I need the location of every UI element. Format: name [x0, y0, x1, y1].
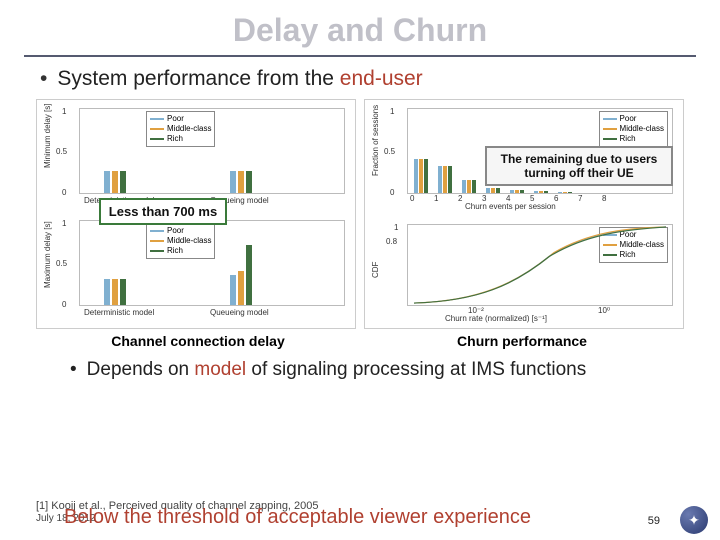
- caption-delay: Channel connection delay: [36, 333, 360, 349]
- subplot-churn-cdf: 1 0.8 Poor Middle-class Rich 10⁻² 10⁰: [407, 224, 673, 306]
- subplot-min-delay: 1 0.5 0 Poor Middle-class Rich Determini…: [79, 108, 345, 194]
- figure-churn: 1 0.5 0 Poor Middle-class Rich 012345678…: [364, 99, 684, 329]
- legend: Poor Middle-class Rich: [146, 223, 215, 259]
- legend: Poor Middle-class Rich: [146, 111, 215, 147]
- legend-rich: Rich: [167, 246, 183, 256]
- subplot-max-delay: 1 0.5 0 Poor Middle-class Rich Determini…: [79, 220, 345, 306]
- ylabel-cdf: CDF: [371, 262, 380, 278]
- threshold-text: Below the threshold of acceptable viewer…: [64, 506, 531, 528]
- title-rule: [24, 55, 696, 57]
- legend-mid: Middle-class: [620, 124, 664, 134]
- ylabel-max: Maximum delay [s]: [43, 221, 52, 288]
- ytick: 0.5: [56, 259, 67, 268]
- ytick: 0: [62, 300, 66, 309]
- callout-threshold: Less than 700 ms: [99, 198, 227, 225]
- legend-mid: Middle-class: [167, 236, 211, 246]
- footer: [1] Kooij et al., Perceived quality of c…: [36, 500, 712, 536]
- xcat: Queueing model: [210, 308, 269, 317]
- legend-rich: Rich: [620, 134, 636, 144]
- ytick: 1: [62, 107, 66, 116]
- sub-hl: model: [194, 359, 246, 380]
- figure-row: 1 0.5 0 Poor Middle-class Rich Determini…: [36, 99, 684, 329]
- sub-bullet-text: Depends on model of signaling processing…: [87, 359, 587, 381]
- ytick: 1: [394, 223, 398, 232]
- bullet-dot: •: [70, 359, 77, 381]
- main-bullet-text: System performance from the end-user: [57, 67, 422, 91]
- figure-delay: 1 0.5 0 Poor Middle-class Rich Determini…: [36, 99, 356, 329]
- ytick: 0: [390, 188, 394, 197]
- cdf-curves: [408, 225, 672, 305]
- bullet-highlight: end-user: [340, 67, 423, 90]
- caption-row: Channel connection delay Churn performan…: [36, 333, 684, 349]
- legend-poor: Poor: [167, 114, 184, 124]
- ytick: 0: [62, 188, 66, 197]
- ylabel-frac: Fraction of sessions: [371, 105, 380, 176]
- ytick: 0.8: [386, 237, 397, 246]
- main-bullet: • System performance from the end-user: [40, 67, 680, 91]
- bullet-pre: System performance from the: [57, 67, 339, 90]
- legend-mid: Middle-class: [167, 124, 211, 134]
- caption-churn: Churn performance: [360, 333, 684, 349]
- legend-rich: Rich: [167, 134, 183, 144]
- xlabel-hist: Churn events per session: [465, 202, 556, 211]
- legend: Poor Middle-class Rich: [599, 111, 668, 147]
- ytick: 0.5: [384, 147, 395, 156]
- sub-bullet: • Depends on model of signaling processi…: [70, 359, 650, 381]
- xlabel-cdf: Churn rate (normalized) [s⁻¹]: [445, 314, 547, 323]
- threshold-line: Below the threshold of acceptable viewer…: [64, 506, 531, 529]
- legend-poor: Poor: [167, 226, 184, 236]
- org-logo-icon: ✦: [680, 506, 708, 534]
- sub-post: of signaling processing at IMS functions: [246, 359, 586, 380]
- sub-pre: Depends on: [87, 359, 195, 380]
- slide-title: Delay and Churn: [0, 0, 720, 55]
- bullet-dot: •: [40, 67, 47, 91]
- ylabel-min: Minimum delay [s]: [43, 104, 52, 168]
- ytick: 1: [62, 219, 66, 228]
- legend-poor: Poor: [620, 114, 637, 124]
- xcat: Deterministic model: [84, 308, 154, 317]
- callout-remaining: The remaining due to users turning off t…: [485, 146, 673, 186]
- ytick: 1: [390, 107, 394, 116]
- ytick: 0.5: [56, 147, 67, 156]
- slide-number: 59: [644, 514, 664, 528]
